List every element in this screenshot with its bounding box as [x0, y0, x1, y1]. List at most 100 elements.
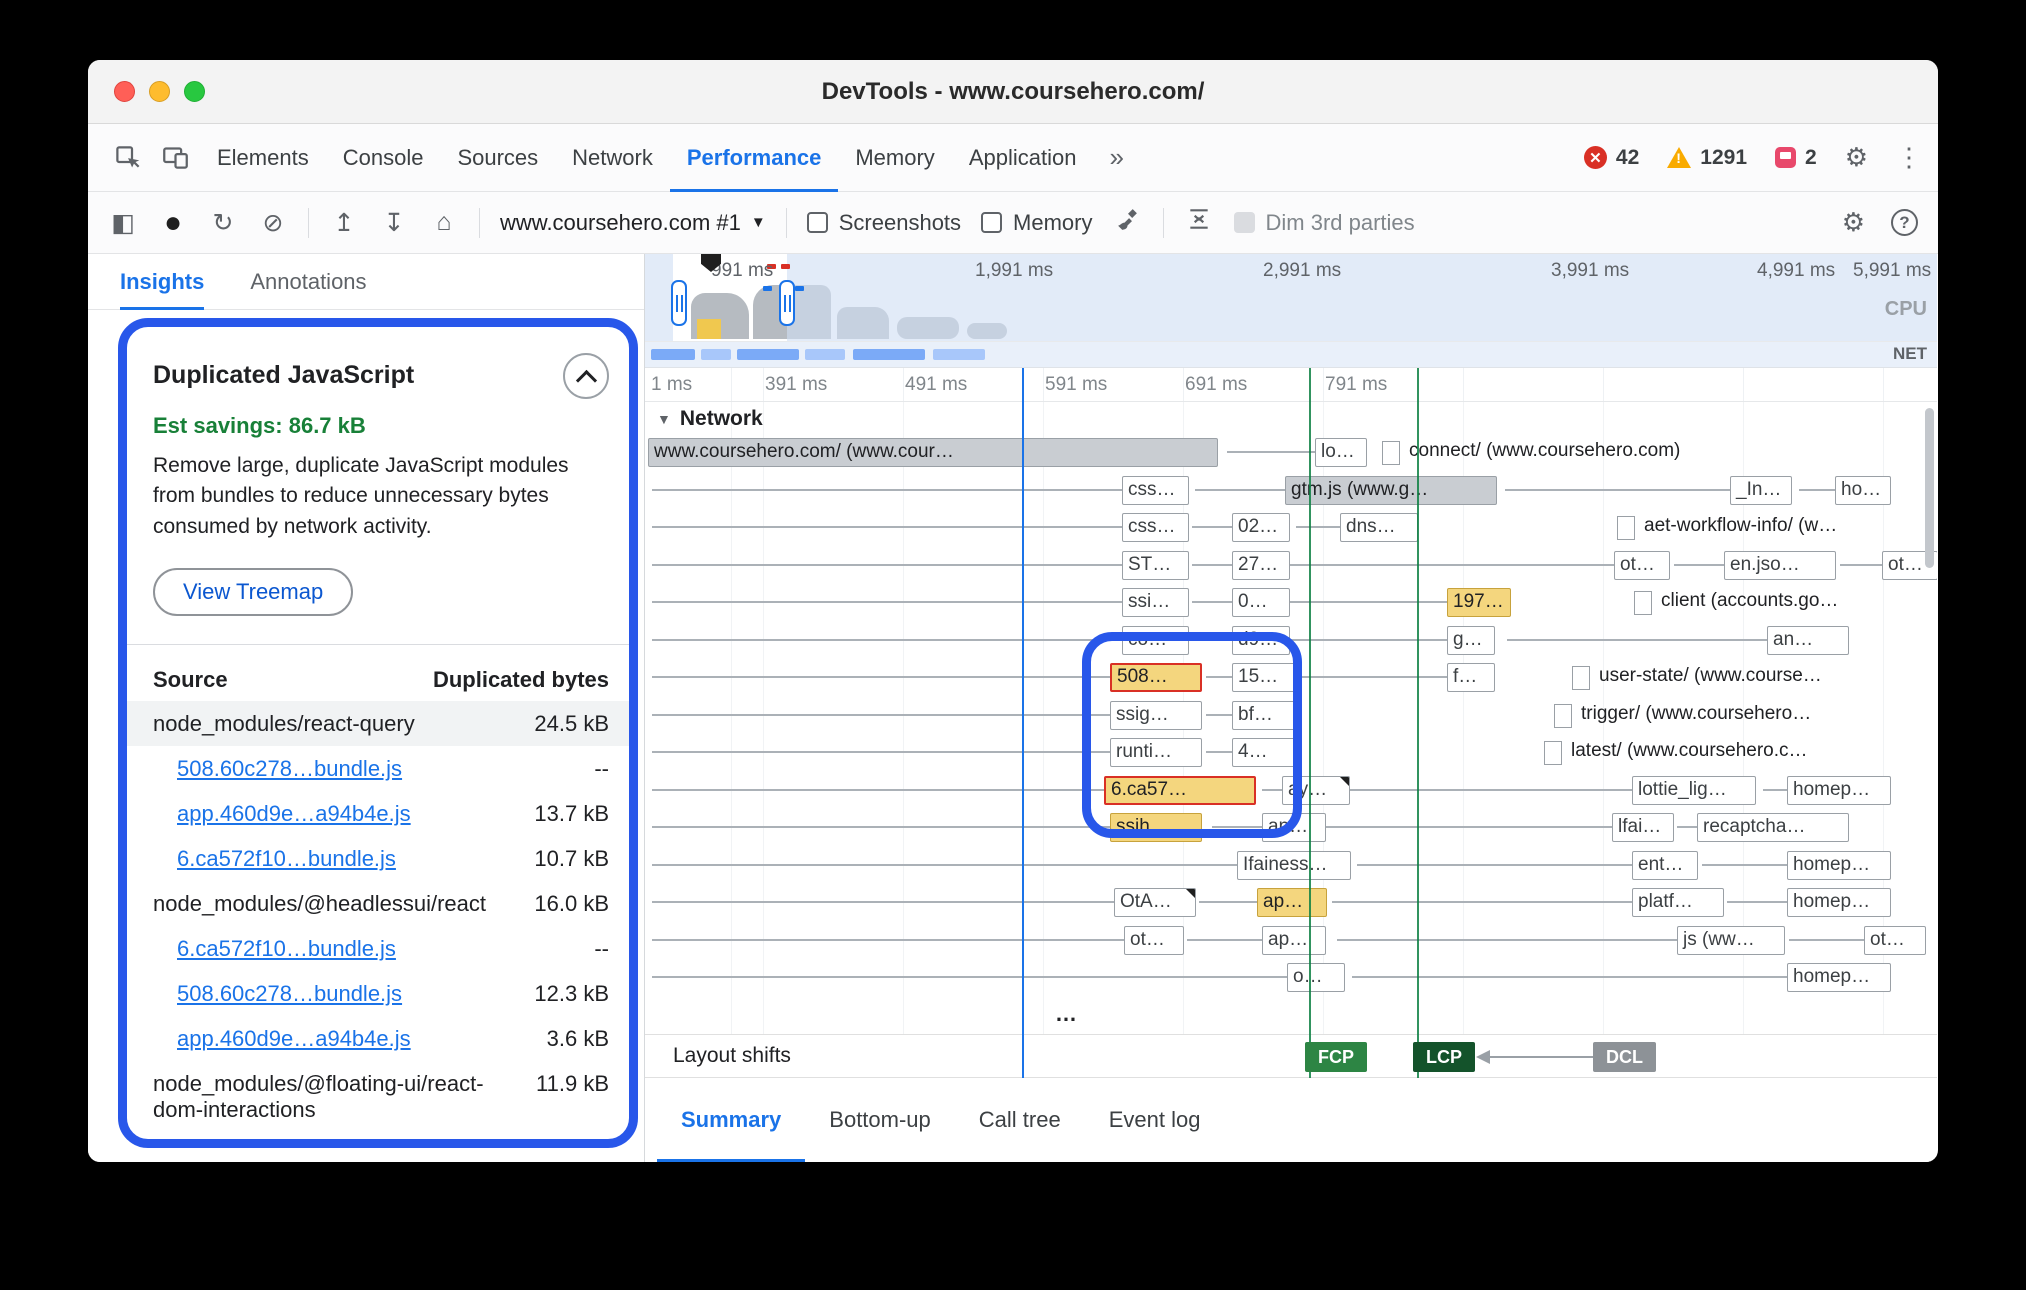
tab-memory[interactable]: Memory	[838, 124, 951, 192]
network-request[interactable]: homep…	[1787, 776, 1891, 805]
toggle-sidebar-icon[interactable]: ◧	[108, 208, 138, 238]
device-toolbar-icon[interactable]	[152, 135, 198, 181]
warning-count-badge[interactable]: 1291	[1667, 146, 1747, 170]
network-request[interactable]: latest/ (www.coursehero.c…	[1544, 738, 1932, 767]
lcp-marker-badge[interactable]: LCP	[1413, 1042, 1475, 1072]
cpu-track-label: CPU	[1885, 298, 1927, 321]
network-request[interactable]: client (accounts.go…	[1634, 588, 1934, 617]
network-request[interactable]: 02…	[1232, 513, 1290, 542]
window-left-handle[interactable]	[671, 280, 687, 326]
screenshots-checkbox[interactable]: Screenshots	[807, 210, 961, 236]
network-request[interactable]: lottie_lig…	[1632, 776, 1756, 805]
fcp-marker-badge[interactable]: FCP	[1305, 1042, 1367, 1072]
network-request[interactable]: ot…	[1864, 926, 1926, 955]
network-request[interactable]: gtm.js (www.g…	[1285, 476, 1497, 505]
network-request[interactable]: lo…	[1315, 438, 1367, 467]
network-request[interactable]: f…	[1447, 663, 1495, 692]
network-request[interactable]: en.jso…	[1724, 551, 1836, 580]
network-request[interactable]: css…	[1122, 476, 1189, 505]
network-request[interactable]: o…	[1287, 963, 1345, 992]
dcl-marker-badge[interactable]: DCL	[1593, 1042, 1656, 1072]
more-options-icon[interactable]: ⋮	[1896, 142, 1922, 173]
tab-application[interactable]: Application	[952, 124, 1094, 192]
collapse-flame-icon[interactable]	[1184, 206, 1214, 239]
reload-and-record-icon[interactable]: ↻	[208, 208, 238, 238]
network-request[interactable]: css…	[1122, 513, 1189, 542]
dim-third-parties-toggle[interactable]: Dim 3rd parties	[1234, 210, 1415, 236]
clear-icon[interactable]: ⊘	[258, 208, 288, 238]
network-request[interactable]: platf…	[1632, 888, 1724, 917]
network-request[interactable]: g…	[1447, 626, 1495, 655]
timeline-minimap[interactable]: 991 ms1,991 ms2,991 ms3,991 ms4,991 ms5,…	[645, 254, 1937, 342]
detail-tab-bottom-up[interactable]: Bottom-up	[805, 1078, 955, 1162]
network-request[interactable]: Ifainess…	[1237, 851, 1351, 880]
tab-sources[interactable]: Sources	[440, 124, 555, 192]
network-request[interactable]: an…	[1767, 626, 1849, 655]
record-button[interactable]: ●	[158, 206, 188, 240]
network-request[interactable]: ap…	[1257, 888, 1327, 917]
source-file-link[interactable]: 6.ca572f10…bundle.js	[177, 846, 396, 872]
network-request[interactable]: 27…	[1232, 551, 1290, 580]
sidebar-tab-insights[interactable]: Insights	[120, 254, 204, 310]
vertical-scrollbar[interactable]	[1925, 408, 1934, 568]
network-request[interactable]: ST…	[1122, 551, 1189, 580]
source-file-link[interactable]: 508.60c278…bundle.js	[177, 981, 402, 1007]
network-request[interactable]: _In…	[1730, 476, 1792, 505]
memory-checkbox[interactable]: Memory	[981, 210, 1092, 236]
detail-tab-summary[interactable]: Summary	[657, 1078, 805, 1162]
sidebar-tab-annotations[interactable]: Annotations	[250, 254, 366, 310]
help-icon[interactable]: ?	[1891, 209, 1918, 236]
source-file-link[interactable]: app.460d9e…a94b4e.js	[177, 1026, 411, 1052]
more-tabs-button[interactable]: »	[1095, 142, 1137, 173]
view-treemap-button[interactable]: View Treemap	[153, 568, 353, 616]
close-window-button[interactable]	[114, 81, 135, 102]
network-request[interactable]: trigger/ (www.coursehero…	[1554, 701, 1932, 730]
upload-profile-icon[interactable]: ↥	[329, 208, 359, 238]
tab-network[interactable]: Network	[555, 124, 670, 192]
tab-console[interactable]: Console	[326, 124, 441, 192]
network-request[interactable]: OtA…	[1114, 888, 1196, 917]
gc-brush-icon[interactable]	[1113, 207, 1143, 239]
network-request[interactable]: ap…	[1262, 926, 1326, 955]
network-request[interactable]: 197…	[1447, 588, 1511, 617]
network-request[interactable]: ssi…	[1122, 588, 1189, 617]
profile-select[interactable]: www.coursehero.com #1▼	[500, 210, 766, 236]
download-profile-icon[interactable]: ↧	[379, 208, 409, 238]
network-request[interactable]: lfai…	[1612, 813, 1674, 842]
network-request[interactable]: js (ww…	[1677, 926, 1785, 955]
source-file-link[interactable]: 6.ca572f10…bundle.js	[177, 936, 396, 962]
network-request[interactable]: dns…	[1340, 513, 1418, 542]
network-request[interactable]: homep…	[1787, 851, 1891, 880]
tab-elements[interactable]: Elements	[200, 124, 326, 192]
collapse-insight-button[interactable]	[563, 353, 609, 399]
network-request[interactable]: homep…	[1787, 963, 1891, 992]
window-right-handle[interactable]	[779, 280, 795, 326]
detail-tab-event-log[interactable]: Event log	[1085, 1078, 1225, 1162]
inspect-element-icon[interactable]	[104, 135, 150, 181]
request-whisker	[1296, 526, 1340, 528]
home-icon[interactable]: ⌂	[429, 208, 459, 237]
network-request[interactable]: ot…	[1124, 926, 1184, 955]
detail-tab-call-tree[interactable]: Call tree	[955, 1078, 1085, 1162]
tab-performance[interactable]: Performance	[670, 124, 839, 192]
issues-count-badge[interactable]: 2	[1775, 146, 1817, 170]
source-file-link[interactable]: app.460d9e…a94b4e.js	[177, 801, 411, 827]
network-track-header[interactable]: ▼ Network	[645, 402, 763, 436]
zoom-window-button[interactable]	[184, 81, 205, 102]
network-request[interactable]: …	[1050, 1001, 1090, 1030]
network-request[interactable]: ot…	[1614, 551, 1670, 580]
network-request[interactable]: user-state/ (www.course…	[1572, 663, 1932, 692]
minimize-window-button[interactable]	[149, 81, 170, 102]
source-file-link[interactable]: 508.60c278…bundle.js	[177, 756, 402, 782]
network-request[interactable]: recaptcha…	[1697, 813, 1849, 842]
network-request[interactable]: connect/ (www.coursehero.com)	[1382, 438, 1712, 467]
network-request[interactable]: 0…	[1232, 588, 1290, 617]
network-request[interactable]: ho…	[1835, 476, 1891, 505]
network-request[interactable]: homep…	[1787, 888, 1891, 917]
network-request[interactable]: www.coursehero.com/ (www.cour…	[648, 438, 1218, 467]
error-count-badge[interactable]: ✕42	[1584, 146, 1639, 170]
network-request[interactable]: ent…	[1632, 851, 1698, 880]
performance-settings-gear-icon[interactable]: ⚙	[1842, 207, 1865, 238]
settings-gear-icon[interactable]: ⚙	[1845, 142, 1868, 173]
network-request[interactable]: aet-workflow-info/ (w…	[1617, 513, 1935, 542]
